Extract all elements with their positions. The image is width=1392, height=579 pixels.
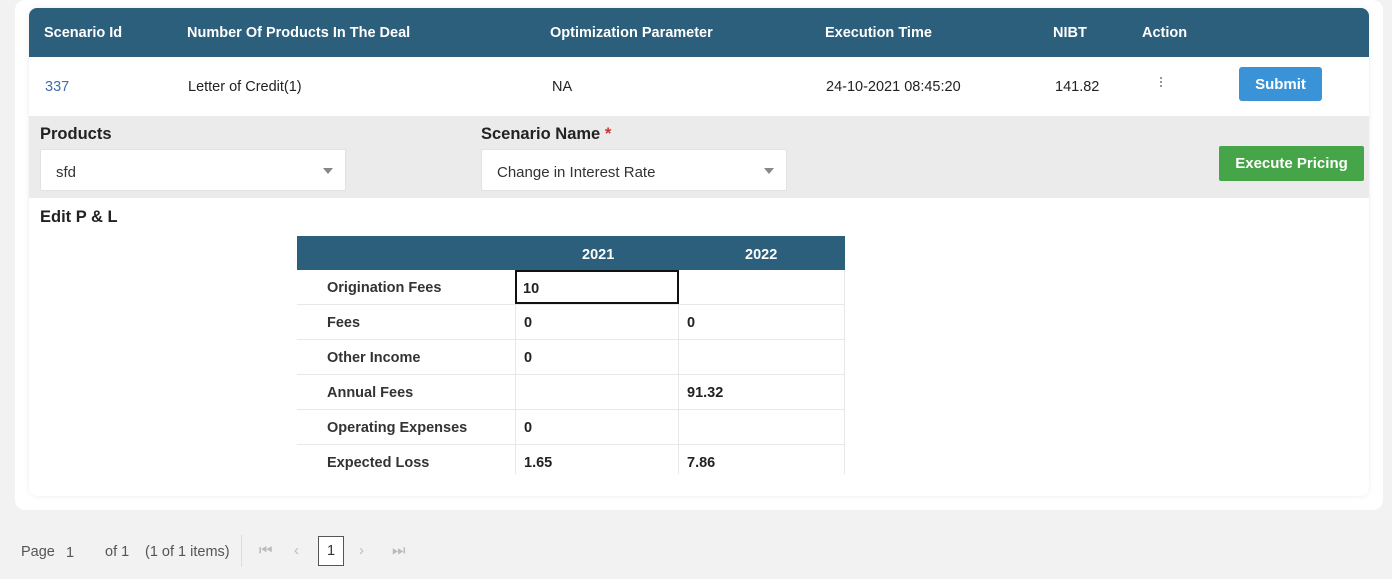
cell-input-2022[interactable]: 91.32: [679, 375, 845, 409]
first-page-icon[interactable]: ⏮︎: [259, 542, 273, 559]
cell-input-2021[interactable]: 0: [515, 340, 679, 374]
cell-input-2021[interactable]: 0: [515, 305, 679, 339]
row-label: Origination Fees: [327, 280, 442, 296]
chevron-down-icon: [323, 168, 333, 174]
row-label: Other Income: [327, 350, 421, 366]
scenario-name-label-text: Scenario Name: [481, 125, 601, 143]
header-scenario-id: Scenario Id: [44, 25, 123, 41]
table-row: 337 Letter of Credit(1) NA 24-10-2021 08…: [29, 57, 1369, 116]
prev-page-icon[interactable]: ‹: [294, 542, 299, 559]
cell-input-2021[interactable]: [515, 375, 679, 409]
header-action: Action: [1142, 25, 1188, 41]
next-page-icon[interactable]: ›: [359, 542, 364, 559]
table-row: Fees 0 0: [297, 305, 845, 340]
table-row: Expected Loss 1.65 7.86: [297, 445, 845, 474]
row-label: Operating Expenses: [327, 420, 468, 436]
chevron-down-icon: [764, 168, 774, 174]
pl-table-header: 2021 2022: [297, 236, 845, 270]
execute-pricing-button[interactable]: Execute Pricing: [1219, 146, 1364, 181]
products-value: sfd: [56, 164, 77, 181]
scenario-id-link[interactable]: 337: [45, 79, 69, 95]
table-row: Origination Fees 10: [297, 270, 845, 305]
header-products-count: Number Of Products In The Deal: [187, 25, 411, 41]
page-of-label: of 1: [105, 544, 130, 560]
products-dropdown[interactable]: sfd: [40, 149, 346, 191]
scenario-name-value: Change in Interest Rate: [497, 164, 656, 181]
page-number-input[interactable]: 1: [66, 545, 74, 561]
table-row: Other Income 0: [297, 340, 845, 375]
cell-input-2021[interactable]: 0: [515, 410, 679, 444]
filter-bar: Products sfd Scenario Name * Change in I…: [29, 116, 1369, 198]
year-2022-header: 2022: [745, 247, 778, 263]
products-label: Products: [40, 125, 112, 143]
current-page-button[interactable]: 1: [318, 536, 344, 566]
cell-value: 0: [687, 315, 696, 331]
execution-time-cell: 24-10-2021 08:45:20: [826, 79, 961, 95]
scenario-name-dropdown[interactable]: Change in Interest Rate: [481, 149, 787, 191]
row-label: Annual Fees: [327, 385, 414, 401]
cell-input-2021[interactable]: 1.65: [515, 445, 679, 474]
cell-value: 0: [524, 350, 533, 366]
cell-input-2022[interactable]: [679, 410, 845, 444]
scenario-name-label: Scenario Name *: [481, 125, 611, 144]
header-execution-time: Execution Time: [825, 25, 932, 41]
cell-value: 7.86: [687, 455, 716, 471]
optimization-cell: NA: [552, 79, 573, 95]
table-row: Operating Expenses 0: [297, 410, 845, 445]
year-2021-header: 2021: [582, 247, 615, 263]
row-label: Expected Loss: [327, 455, 430, 471]
cell-value: 91.32: [687, 385, 724, 401]
page-label: Page: [21, 544, 55, 560]
cell-input-2022[interactable]: [679, 340, 845, 374]
items-count-label: (1 of 1 items): [145, 544, 230, 560]
table-row: Annual Fees 91.32: [297, 375, 845, 410]
scenario-card: Scenario Id Number Of Products In The De…: [29, 8, 1369, 496]
required-marker: *: [604, 125, 612, 143]
more-vertical-icon[interactable]: [1157, 77, 1165, 93]
header-optimization: Optimization Parameter: [550, 25, 713, 41]
submit-button[interactable]: Submit: [1239, 67, 1322, 101]
last-page-icon[interactable]: ⏭︎: [392, 542, 406, 559]
nibt-cell: 141.82: [1055, 79, 1100, 95]
pager-divider: [241, 535, 242, 567]
cell-value: 0: [524, 315, 533, 331]
cell-input-2021[interactable]: 10: [515, 270, 679, 304]
pl-table: 2021 2022 Origination Fees 10 Fees 0 0 O…: [297, 236, 845, 474]
row-label: Fees: [327, 315, 361, 331]
cell-input-2022[interactable]: 7.86: [679, 445, 845, 474]
cell-value: 1.65: [524, 455, 553, 471]
products-cell: Letter of Credit(1): [188, 79, 302, 95]
cell-input-2022[interactable]: 0: [679, 305, 845, 339]
header-nibt: NIBT: [1053, 25, 1087, 41]
scenario-table-header: Scenario Id Number Of Products In The De…: [29, 8, 1369, 57]
cell-input-2022[interactable]: [679, 270, 845, 304]
cell-value: 10: [523, 281, 540, 297]
cell-value: 0: [524, 420, 533, 436]
edit-pl-title: Edit P & L: [40, 208, 118, 226]
